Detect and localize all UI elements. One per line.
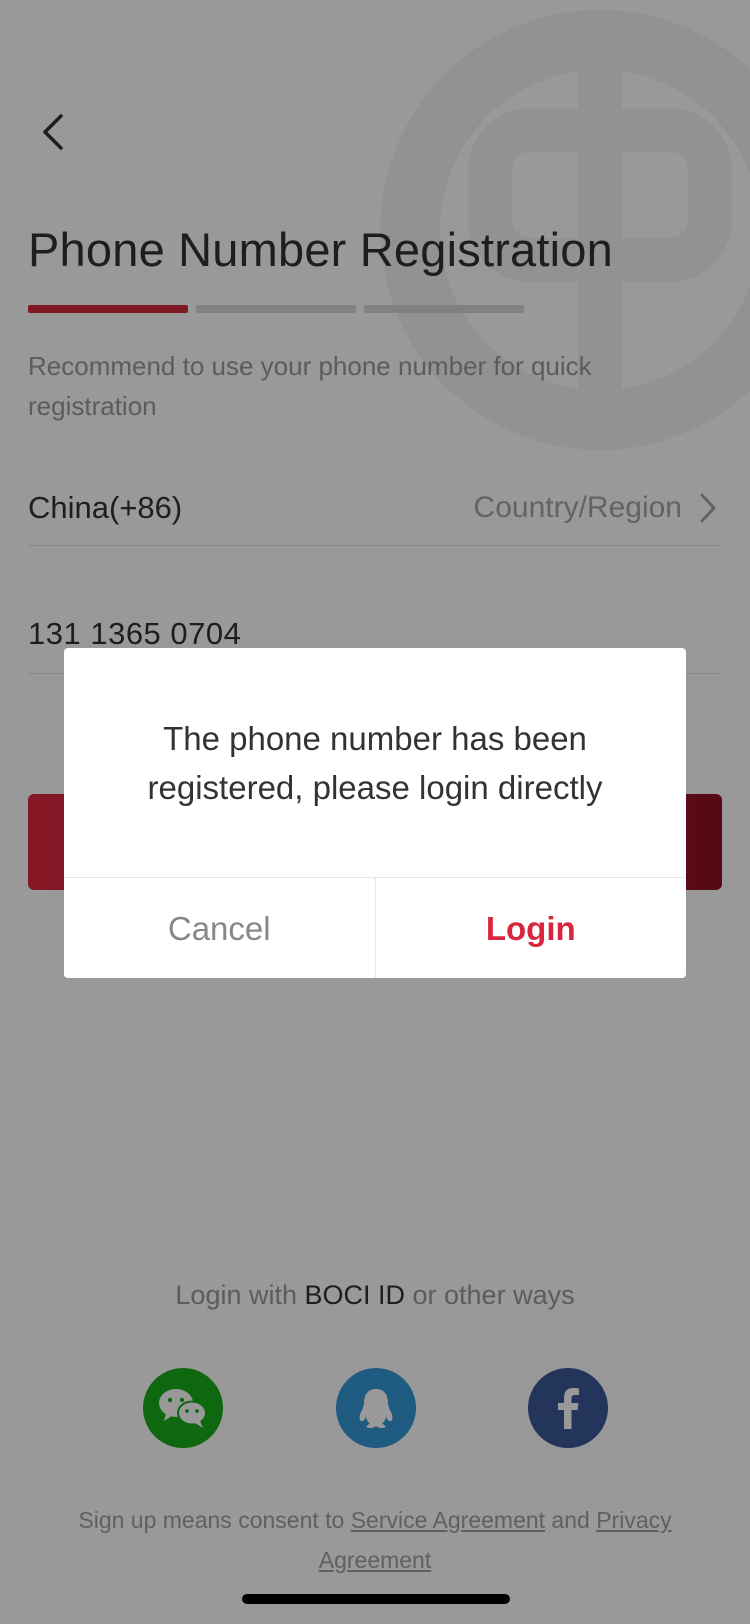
dialog-actions: Cancel Login (64, 877, 686, 978)
cancel-button[interactable]: Cancel (64, 878, 376, 978)
home-indicator (242, 1594, 510, 1604)
registration-page: Phone Number Registration Recommend to u… (0, 0, 750, 1624)
registered-alert-dialog: The phone number has been registered, pl… (64, 648, 686, 978)
login-button[interactable]: Login (375, 878, 686, 978)
dialog-message: The phone number has been registered, pl… (147, 720, 603, 806)
